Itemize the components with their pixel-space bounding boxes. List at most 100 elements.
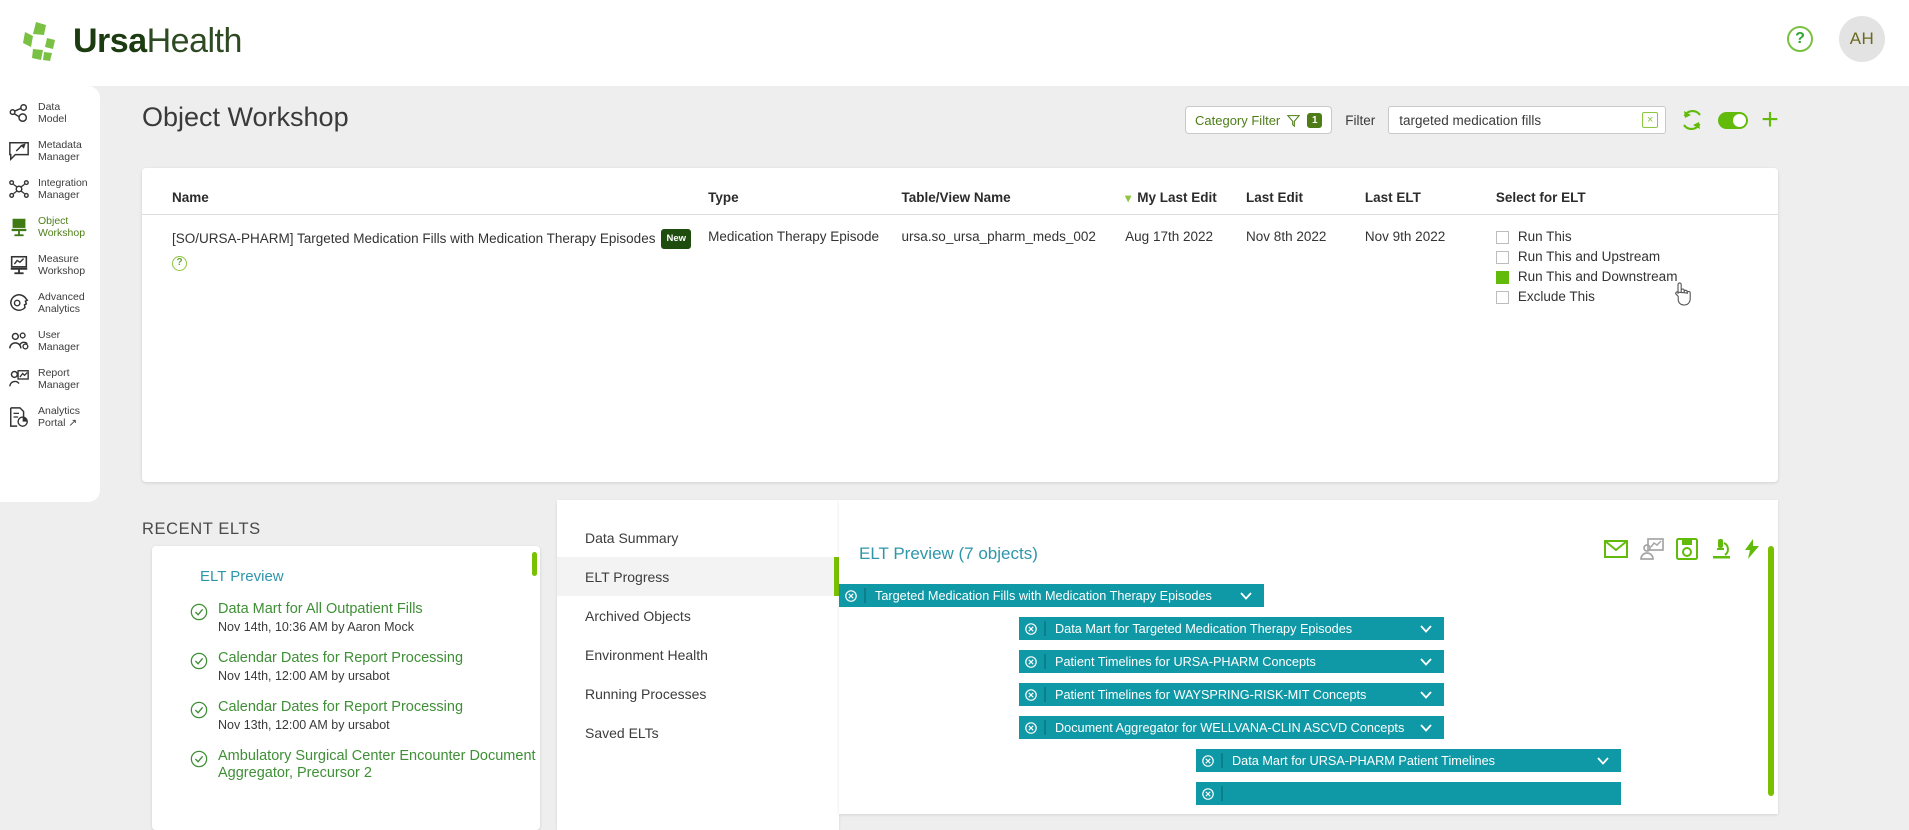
elt-preview-scrollbar[interactable] bbox=[1768, 546, 1774, 796]
elt-bar-partial[interactable] bbox=[1196, 782, 1621, 805]
refresh-icon[interactable] bbox=[1679, 108, 1705, 132]
elt-preview-actions bbox=[1604, 538, 1760, 560]
tab-data-summary[interactable]: Data Summary bbox=[557, 518, 839, 557]
sidebar-item-label: Metadata Manager bbox=[38, 138, 82, 164]
chevron-down-icon[interactable] bbox=[1420, 624, 1432, 633]
object-table-card: Name Type Table/View Name ▾ My Last Edit … bbox=[142, 168, 1778, 482]
object-help-icon[interactable]: ? bbox=[172, 256, 187, 271]
report-manager-icon bbox=[9, 370, 29, 387]
column-header-name[interactable]: Name bbox=[142, 168, 709, 215]
object-table: Name Type Table/View Name ▾ My Last Edit … bbox=[142, 168, 1778, 309]
elt-bar[interactable]: Patient Timelines for WAYSPRING-RISK-MIT… bbox=[1019, 683, 1444, 706]
recent-elts-scrollbar[interactable] bbox=[532, 552, 537, 576]
chevron-down-icon[interactable] bbox=[1240, 591, 1252, 600]
sidebar-item-object-workshop[interactable]: Object Workshop bbox=[0, 208, 100, 246]
elt-bar[interactable]: Document Aggregator for WELLVANA-CLIN AS… bbox=[1019, 716, 1444, 739]
chevron-down-icon[interactable] bbox=[1420, 723, 1432, 732]
sidebar-item-report-manager[interactable]: Report Manager bbox=[0, 360, 100, 398]
divider bbox=[1044, 720, 1046, 735]
column-header-my-last-edit[interactable]: ▾ My Last Edit bbox=[1125, 168, 1247, 215]
column-header-last-elt[interactable]: Last ELT bbox=[1364, 168, 1496, 215]
tab-saved-elts[interactable]: Saved ELTs bbox=[557, 713, 839, 752]
cell-table-view-name: ursa.so_ursa_pharm_meds_002 bbox=[901, 229, 1096, 244]
elt-bar[interactable]: Patient Timelines for URSA-PHARM Concept… bbox=[1019, 650, 1444, 673]
column-header-type[interactable]: Type bbox=[708, 168, 902, 215]
recent-elt-meta: Nov 13th, 12:00 AM by ursabot bbox=[218, 718, 390, 732]
chevron-down-icon[interactable] bbox=[1597, 756, 1609, 765]
report-person-icon[interactable] bbox=[1640, 538, 1664, 560]
divider bbox=[1221, 786, 1223, 801]
list-item[interactable]: Ambulatory Surgical Center Encounter Doc… bbox=[190, 748, 540, 782]
table-body: [SO/URSA-PHARM] Targeted Medication Fill… bbox=[142, 215, 1778, 310]
save-icon[interactable] bbox=[1676, 538, 1698, 560]
sidebar-item-data-model[interactable]: Data Model bbox=[0, 94, 100, 132]
category-filter-label: Category Filter bbox=[1195, 112, 1281, 128]
remove-circle-icon[interactable] bbox=[1025, 721, 1037, 734]
cell-name: [SO/URSA-PHARM] Targeted Medication Fill… bbox=[142, 215, 708, 310]
elt-bar[interactable]: Targeted Medication Fills with Medicatio… bbox=[839, 584, 1264, 607]
sidebar-item-label: Analytics Portal ↗ bbox=[38, 404, 81, 430]
filter-input[interactable] bbox=[1389, 107, 1630, 133]
chevron-down-icon[interactable] bbox=[1420, 690, 1432, 699]
elt-option-label: Run This and Upstream bbox=[1517, 249, 1661, 264]
remove-circle-icon[interactable] bbox=[1025, 622, 1037, 635]
list-item[interactable]: Calendar Dates for Report Processing Nov… bbox=[190, 650, 540, 683]
recent-elt-name[interactable]: Data Mart for All Outpatient Fills bbox=[218, 601, 423, 618]
brand-logo[interactable]: UrsaHealth bbox=[22, 20, 242, 62]
help-circle-icon[interactable]: ? bbox=[1787, 26, 1813, 52]
sidebar-item-measure-workshop[interactable]: Measure Workshop bbox=[0, 246, 100, 284]
sidebar-item-user-manager[interactable]: User Manager bbox=[0, 322, 100, 360]
sidebar-item-label: Report Manager bbox=[38, 366, 80, 392]
analytics-portal-icon bbox=[10, 407, 28, 427]
list-item[interactable]: Calendar Dates for Report Processing Nov… bbox=[190, 699, 540, 732]
checkbox-checked[interactable] bbox=[1495, 270, 1509, 284]
elt-bar[interactable]: Data Mart for Targeted Medication Therap… bbox=[1019, 617, 1444, 640]
email-icon[interactable] bbox=[1604, 539, 1628, 559]
recent-elt-preview-link[interactable]: ELT Preview bbox=[200, 568, 540, 585]
avatar[interactable]: AH bbox=[1839, 16, 1885, 62]
column-header-table-view-name[interactable]: Table/View Name bbox=[901, 168, 1126, 215]
microscope-icon[interactable] bbox=[1710, 538, 1732, 560]
user-manager-icon bbox=[9, 332, 29, 350]
recent-elt-name[interactable]: Calendar Dates for Report Processing bbox=[218, 650, 463, 667]
remove-circle-icon[interactable] bbox=[1202, 754, 1214, 767]
tab-running-processes[interactable]: Running Processes bbox=[557, 674, 839, 713]
checkbox[interactable] bbox=[1495, 230, 1509, 244]
sidebar-item-integration-manager[interactable]: Integration Manager bbox=[0, 170, 100, 208]
recent-elt-name[interactable]: Ambulatory Surgical Center Encounter Doc… bbox=[218, 748, 540, 782]
clear-filter-icon[interactable]: × bbox=[1642, 112, 1659, 128]
column-header-last-edit[interactable]: Last Edit bbox=[1246, 168, 1365, 215]
chevron-down-icon[interactable] bbox=[1420, 657, 1432, 666]
lightning-run-icon[interactable] bbox=[1744, 538, 1760, 560]
remove-circle-icon[interactable] bbox=[1025, 688, 1037, 701]
remove-circle-icon[interactable] bbox=[845, 589, 857, 602]
sidebar-item-metadata-manager[interactable]: Metadata Manager bbox=[0, 132, 100, 170]
cell-type: Medication Therapy Episode bbox=[708, 229, 879, 244]
category-filter-button[interactable]: Category Filter 1 bbox=[1185, 106, 1333, 134]
view-toggle[interactable] bbox=[1718, 111, 1749, 129]
elt-preview-title[interactable]: ELT Preview (7 objects) bbox=[859, 544, 1038, 564]
tab-environment-health[interactable]: Environment Health bbox=[557, 635, 839, 674]
check-circle-icon bbox=[190, 750, 208, 768]
integration-manager-icon bbox=[9, 180, 29, 198]
sidebar-item-analytics-portal[interactable]: Analytics Portal ↗ bbox=[0, 398, 100, 436]
elt-option-run-this-and-upstream[interactable]: Run This and Upstream bbox=[1495, 249, 1778, 265]
recent-elt-name[interactable]: Calendar Dates for Report Processing bbox=[218, 699, 463, 716]
remove-circle-icon[interactable] bbox=[1202, 787, 1214, 800]
checkbox[interactable] bbox=[1495, 290, 1509, 304]
advanced-analytics-icon bbox=[10, 294, 29, 311]
list-item[interactable]: Data Mart for All Outpatient Fills Nov 1… bbox=[190, 601, 540, 634]
elt-option-exclude-this[interactable]: Exclude This bbox=[1495, 289, 1778, 305]
tab-elt-progress[interactable]: ELT Progress bbox=[557, 557, 839, 596]
sidebar-item-advanced-analytics[interactable]: Advanced Analytics bbox=[0, 284, 100, 322]
tab-archived-objects[interactable]: Archived Objects bbox=[557, 596, 839, 635]
add-object-button[interactable]: + bbox=[1761, 105, 1779, 135]
checkbox[interactable] bbox=[1495, 250, 1509, 264]
recent-elt-meta: Nov 14th, 10:36 AM by Aaron Mock bbox=[218, 620, 414, 634]
remove-circle-icon[interactable] bbox=[1025, 655, 1037, 668]
elt-bar[interactable]: Data Mart for URSA-PHARM Patient Timelin… bbox=[1196, 749, 1621, 772]
divider bbox=[1221, 753, 1223, 768]
object-name-link[interactable]: [SO/URSA-PHARM] Targeted Medication Fill… bbox=[172, 231, 655, 246]
elt-option-run-this-and-downstream[interactable]: Run This and Downstream bbox=[1495, 269, 1778, 285]
elt-option-run-this[interactable]: Run This bbox=[1495, 229, 1778, 245]
